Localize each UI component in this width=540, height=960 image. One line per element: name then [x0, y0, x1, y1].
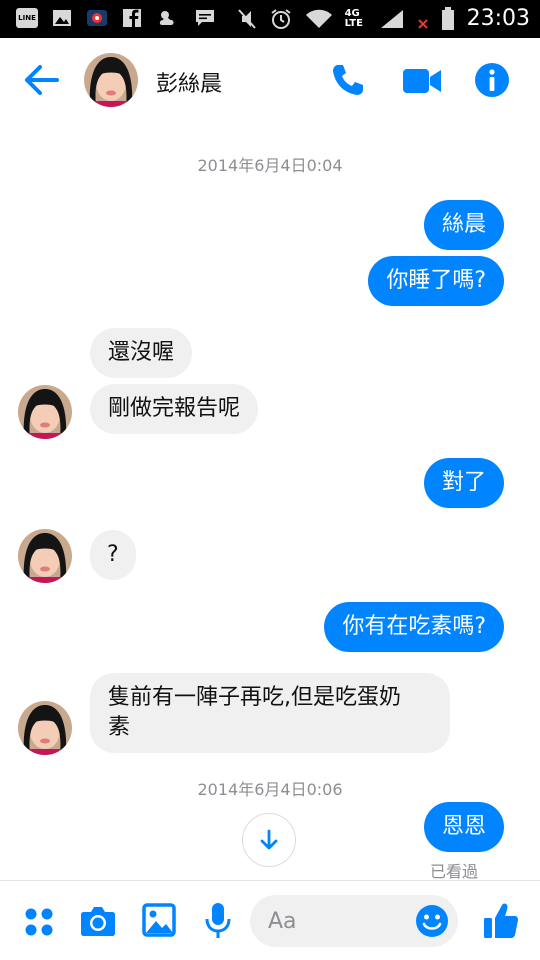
sender-avatar[interactable]	[18, 701, 72, 755]
wifi-icon	[305, 9, 332, 28]
camera-app-icon	[87, 10, 107, 26]
message-input[interactable]	[268, 905, 408, 937]
video-icon[interactable]	[402, 66, 442, 96]
outgoing-message[interactable]: 對了	[423, 458, 504, 508]
timestamp: 2014年6月4日0:06	[197, 780, 343, 799]
message-input-container[interactable]	[250, 895, 458, 947]
mic-icon[interactable]	[204, 901, 232, 941]
avatar-image	[18, 385, 72, 439]
alarm-icon	[270, 8, 291, 29]
line-icon: LINE	[16, 8, 38, 28]
camera-icon[interactable]	[80, 905, 116, 937]
message-composer	[0, 880, 540, 960]
outgoing-message[interactable]: 你睡了嗎?	[368, 256, 504, 306]
outgoing-message[interactable]: 你有在吃素嗎?	[324, 602, 504, 652]
image-icon[interactable]	[142, 903, 176, 937]
outgoing-message[interactable]: 絲晨	[423, 200, 504, 250]
timestamp: 2014年6月4日0:04	[197, 156, 343, 175]
incoming-message[interactable]: 剛做完報告呢	[90, 384, 259, 434]
outgoing-message[interactable]: 恩恩	[423, 802, 504, 852]
avatar-image	[18, 701, 72, 755]
no-data-icon	[417, 18, 428, 29]
notification-icons: LINE	[16, 8, 216, 28]
conversation-header: 彭絲晨	[0, 38, 540, 122]
signal-icon	[380, 9, 403, 28]
scroll-to-bottom-button[interactable]	[242, 813, 296, 867]
clock: 23:03	[466, 6, 530, 31]
avatar-image	[84, 53, 138, 107]
network-type: 4G LTE	[344, 7, 363, 29]
system-icons: 4G LTE 23:03	[237, 6, 530, 31]
incoming-message[interactable]: 隻前有一陣子再吃,但是吃蛋奶 素	[90, 673, 450, 753]
avatar-image	[18, 529, 72, 583]
battery-icon	[441, 6, 454, 30]
incoming-message[interactable]: 還沒喔	[90, 328, 193, 378]
info-icon[interactable]	[474, 62, 510, 98]
sender-avatar[interactable]	[18, 385, 72, 439]
gallery-icon	[53, 10, 71, 26]
status-bar: LINE 4G LTE 23:03	[0, 0, 540, 38]
seen-indicator: 已看過	[430, 862, 479, 881]
back-arrow-icon[interactable]	[22, 64, 60, 96]
sender-avatar[interactable]	[18, 529, 72, 583]
incoming-message[interactable]: ?	[90, 530, 136, 580]
contact-name[interactable]: 彭絲晨	[156, 66, 222, 98]
message-icon	[196, 10, 214, 26]
weather-icon	[159, 11, 174, 25]
emoji-icon[interactable]	[414, 903, 450, 939]
facebook-icon	[123, 9, 141, 27]
arrow-down-icon	[260, 829, 278, 850]
like-icon[interactable]	[482, 901, 520, 941]
contact-avatar[interactable]	[84, 53, 138, 107]
mute-icon	[237, 8, 256, 29]
phone-icon[interactable]	[330, 62, 366, 98]
apps-icon[interactable]	[24, 907, 54, 937]
